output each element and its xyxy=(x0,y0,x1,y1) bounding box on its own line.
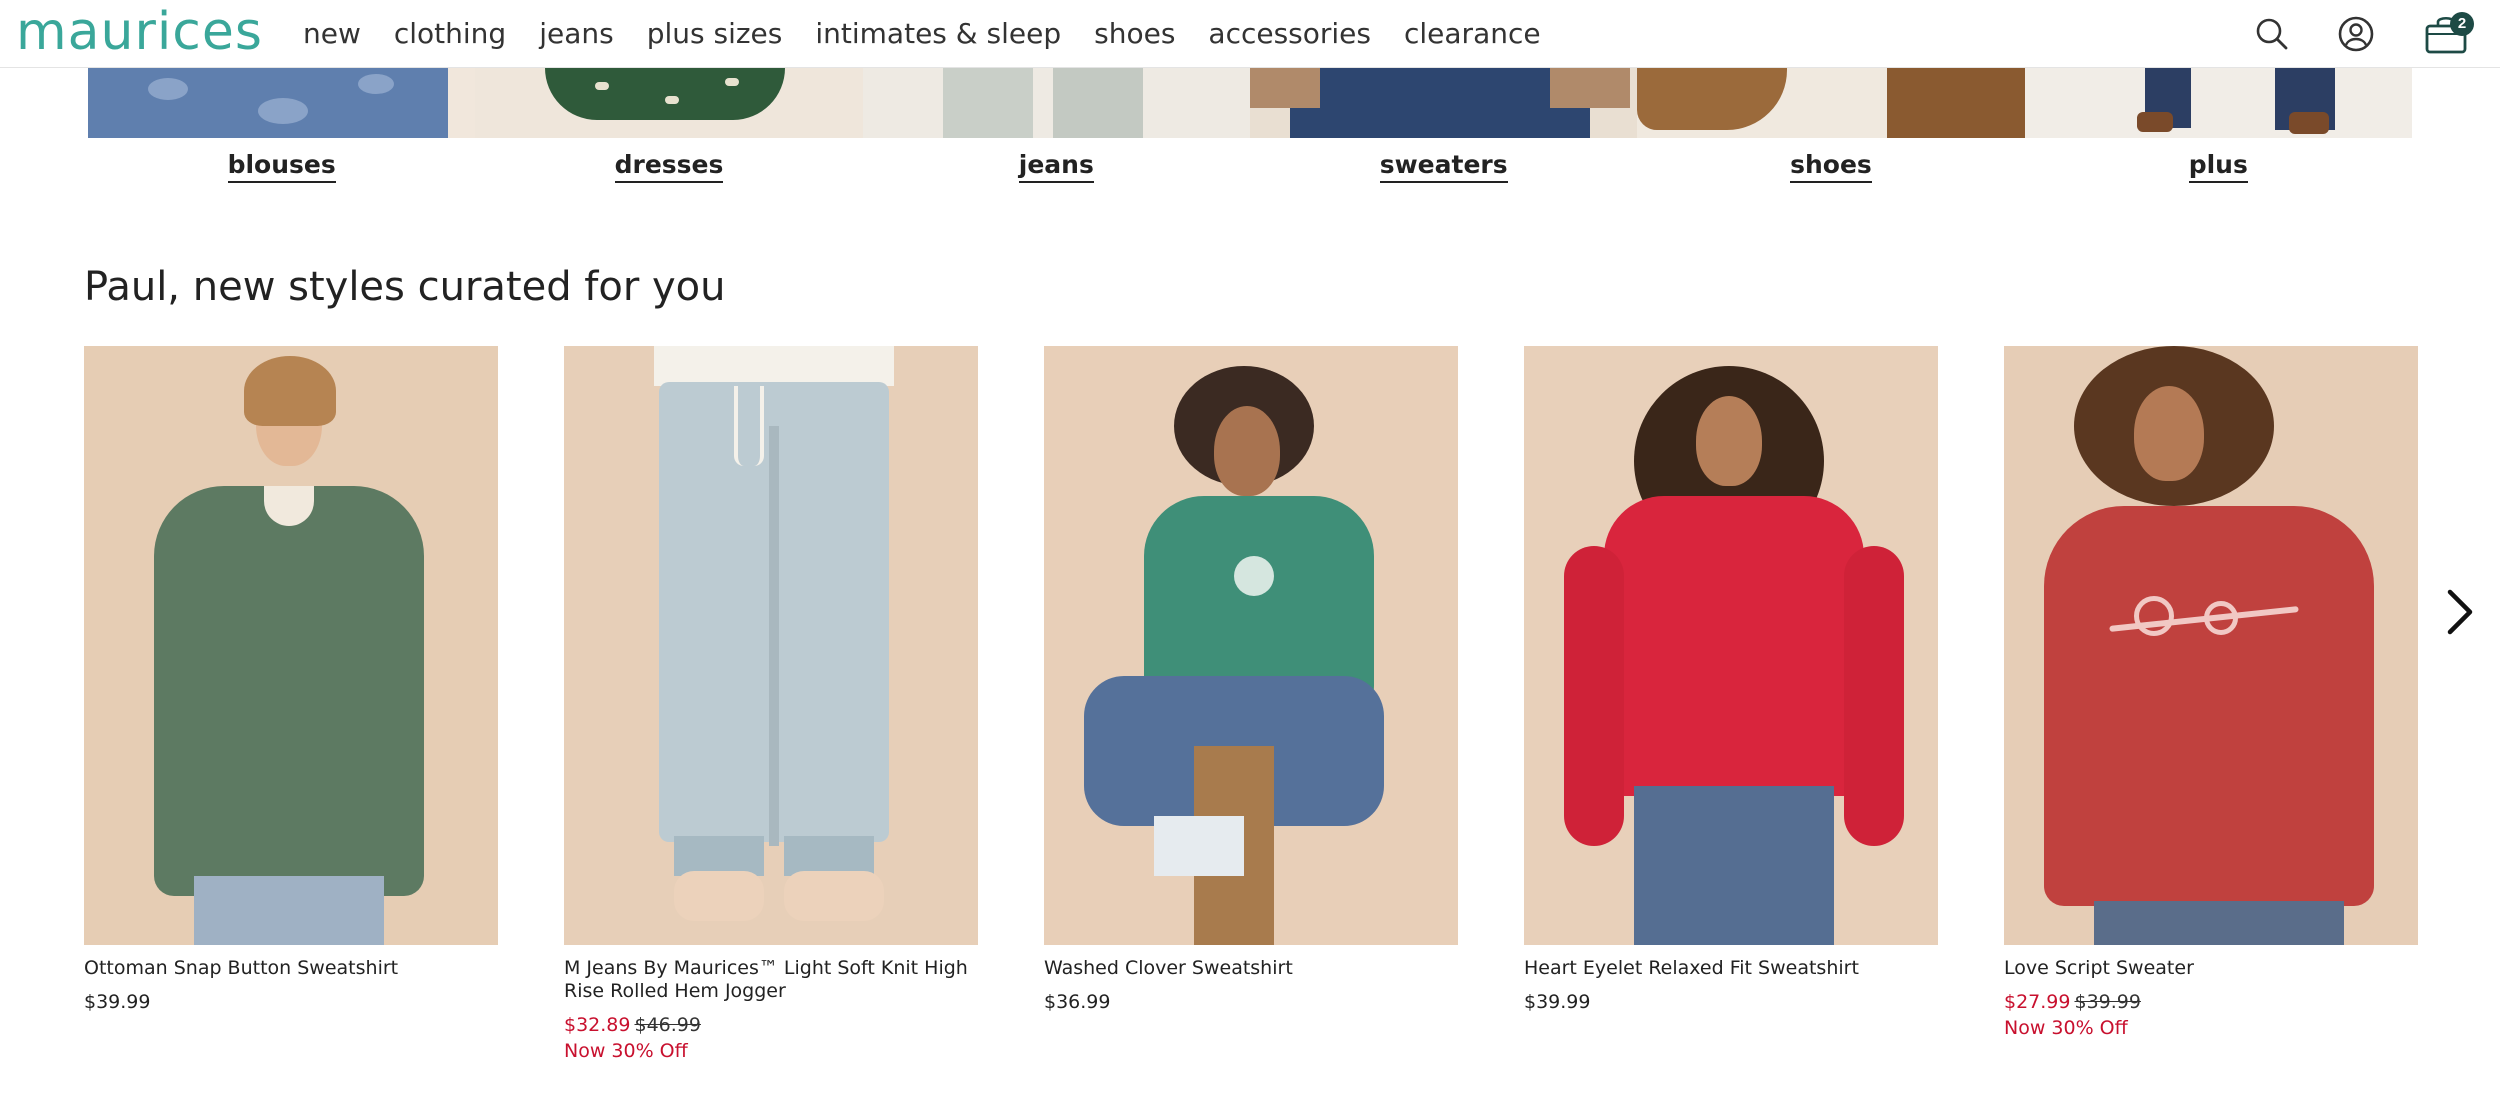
sale-price: $27.99 xyxy=(2004,991,2071,1013)
shopping-bag-icon[interactable]: 2 xyxy=(2424,12,2474,56)
nav-jeans[interactable]: jeans xyxy=(539,14,614,54)
category-image-dresses[interactable] xyxy=(475,68,863,138)
category-link-plus[interactable]: plus xyxy=(2188,150,2248,183)
regular-price: $39.99 xyxy=(1524,991,1591,1013)
category-link-blouses[interactable]: blouses xyxy=(227,150,336,183)
category-image-strip xyxy=(88,68,2412,138)
main-nav: new clothing jeans plus sizes intimates … xyxy=(303,14,1574,54)
category-labels: blouses dresses jeans sweaters shoes plu… xyxy=(88,150,2412,183)
product-name[interactable]: Love Script Sweater xyxy=(2004,957,2418,980)
nav-clearance[interactable]: clearance xyxy=(1404,14,1541,54)
product-name[interactable]: Ottoman Snap Button Sweatshirt xyxy=(84,957,498,980)
regular-price: $36.99 xyxy=(1044,991,1111,1013)
bag-count-badge: 2 xyxy=(2450,12,2474,36)
product-card[interactable]: Ottoman Snap Button Sweatshirt $39.99 xyxy=(84,346,498,1063)
product-card[interactable]: Love Script Sweater $27.99 $39.99 Now 30%… xyxy=(2004,346,2418,1063)
product-price: $32.89 $46.99 xyxy=(564,1013,978,1037)
product-name[interactable]: M Jeans By Maurices™ Light Soft Knit Hig… xyxy=(564,957,978,1003)
category-link-dresses[interactable]: dresses xyxy=(614,150,724,183)
maurices-logo[interactable]: maurices xyxy=(16,2,263,62)
promo-text: Now 30% Off xyxy=(2004,1017,2128,1039)
product-name[interactable]: Washed Clover Sweatshirt xyxy=(1044,957,1458,980)
original-price: $39.99 xyxy=(2074,991,2141,1013)
regular-price: $39.99 xyxy=(84,991,151,1013)
nav-new[interactable]: new xyxy=(303,14,361,54)
product-price: $36.99 xyxy=(1044,990,1458,1014)
product-card[interactable]: M Jeans By Maurices™ Light Soft Knit Hig… xyxy=(564,346,978,1063)
product-image[interactable] xyxy=(1524,346,1938,945)
nav-clothing[interactable]: clothing xyxy=(394,14,506,54)
nav-accessories[interactable]: accessories xyxy=(1208,14,1371,54)
sale-price: $32.89 xyxy=(564,1014,631,1036)
category-image-shoes[interactable] xyxy=(1637,68,2025,138)
product-image[interactable] xyxy=(2004,346,2418,945)
nav-intimates-sleep[interactable]: intimates & sleep xyxy=(815,14,1061,54)
site-header: maurices new clothing jeans plus sizes i… xyxy=(0,0,2500,68)
original-price: $46.99 xyxy=(634,1014,701,1036)
product-name[interactable]: Heart Eyelet Relaxed Fit Sweatshirt xyxy=(1524,957,1938,980)
product-price: $39.99 xyxy=(84,990,498,1014)
category-link-shoes[interactable]: shoes xyxy=(1790,150,1872,183)
product-price: $27.99 $39.99 xyxy=(2004,990,2418,1014)
product-carousel: Ottoman Snap Button Sweatshirt $39.99 M … xyxy=(84,346,2484,1063)
product-image[interactable] xyxy=(1044,346,1458,945)
nav-plus-sizes[interactable]: plus sizes xyxy=(647,14,783,54)
product-image[interactable] xyxy=(84,346,498,945)
nav-shoes[interactable]: shoes xyxy=(1094,14,1175,54)
curated-section-title: Paul, new styles curated for you xyxy=(84,264,726,310)
category-image-blouses[interactable] xyxy=(88,68,476,138)
category-image-plus[interactable] xyxy=(2024,68,2412,138)
category-image-jeans[interactable] xyxy=(862,68,1250,138)
category-link-sweaters[interactable]: sweaters xyxy=(1379,150,1508,183)
product-image[interactable] xyxy=(564,346,978,945)
product-card[interactable]: Washed Clover Sweatshirt $36.99 xyxy=(1044,346,1458,1063)
chevron-right-icon[interactable] xyxy=(2440,584,2480,640)
search-icon[interactable] xyxy=(2250,12,2294,56)
category-image-sweaters[interactable] xyxy=(1249,68,1638,138)
category-link-jeans[interactable]: jeans xyxy=(1018,150,1094,183)
promo-text: Now 30% Off xyxy=(564,1040,688,1062)
account-icon[interactable] xyxy=(2334,12,2378,56)
product-card[interactable]: Heart Eyelet Relaxed Fit Sweatshirt $39.… xyxy=(1524,346,1938,1063)
product-price: $39.99 xyxy=(1524,990,1938,1014)
